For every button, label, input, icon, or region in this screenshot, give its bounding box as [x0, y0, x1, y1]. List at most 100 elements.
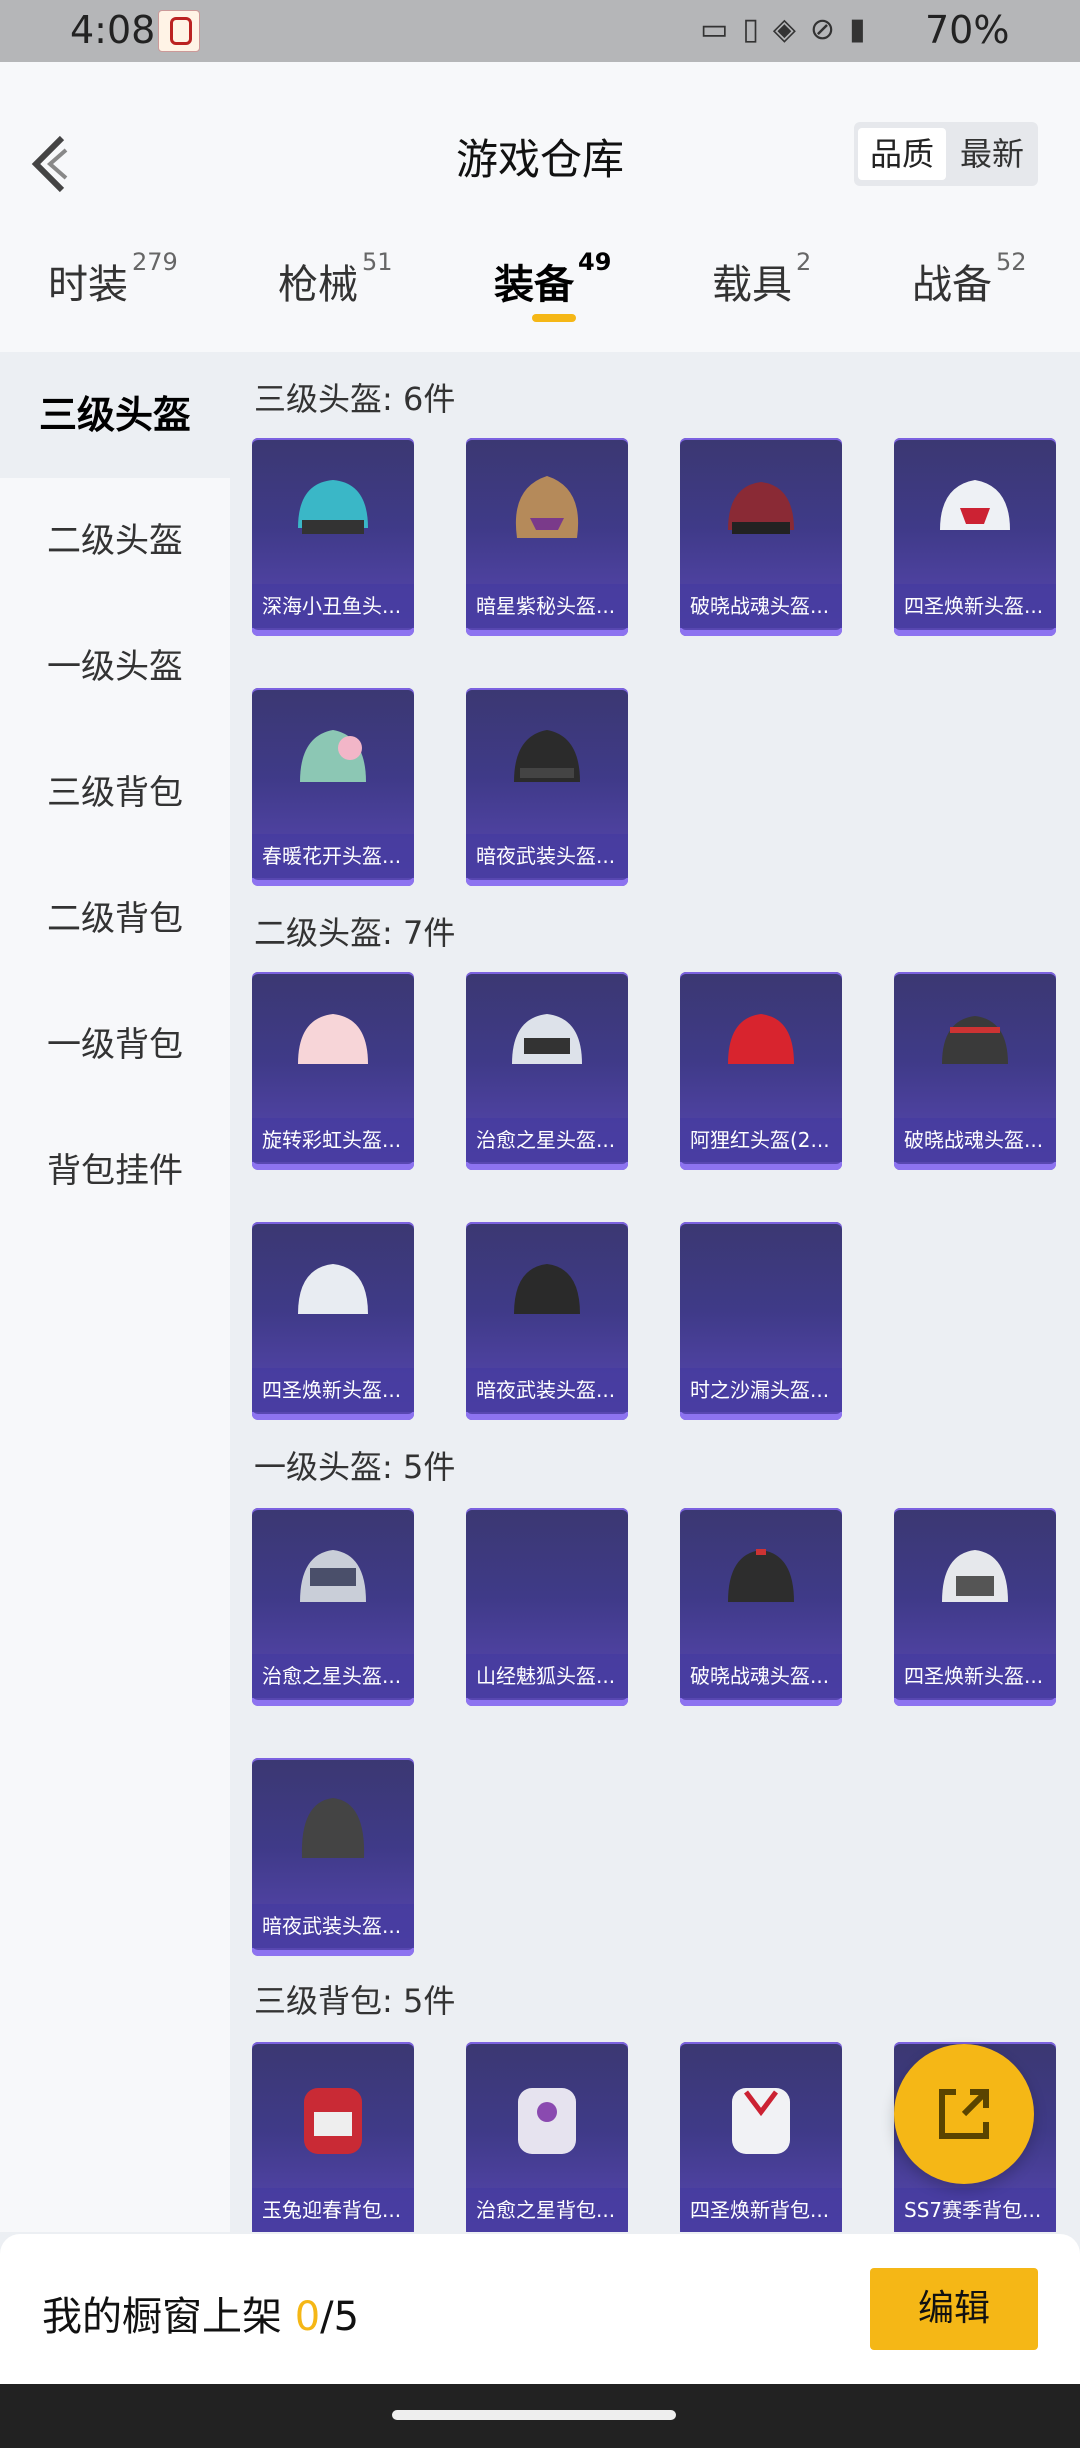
item-card[interactable]: 旋转彩虹头盔... [252, 972, 414, 1170]
helmet-icon [300, 730, 366, 782]
item-card[interactable]: 暗夜武装头盔... [252, 1758, 414, 1956]
category-tabs: 时装 279 枪械 51 装备 49 载具 2 战备 52 [0, 248, 1080, 332]
item-card[interactable]: 破晓战魂头盔... [894, 972, 1056, 1170]
item-card[interactable]: 破晓战魂头盔... [680, 438, 842, 636]
item-card[interactable]: 四圣焕新头盔... [894, 438, 1056, 636]
sort-quality-button[interactable]: 品质 [858, 128, 946, 180]
item-card[interactable]: 治愈之星头盔... [466, 972, 628, 1170]
showcase-status: 我的橱窗上架 0/5 [42, 2284, 359, 2342]
tab-count: 51 [362, 248, 393, 276]
item-label: 四圣焕新头盔... [894, 1654, 1056, 1698]
item-card[interactable]: 山经魅狐头盔... [466, 1508, 628, 1706]
tab-count: 279 [132, 248, 178, 276]
item-card[interactable]: 时之沙漏头盔... [680, 1222, 842, 1420]
header: 游戏仓库 品质 最新 时装 279 枪械 51 装备 49 载具 2 战备 52 [0, 62, 1080, 352]
showcase-footer: 我的橱窗上架 0/5 编辑 [0, 2234, 1080, 2384]
item-card[interactable]: 治愈之星头盔... [252, 1508, 414, 1706]
sidebar-item-backpack-charm[interactable]: 背包挂件 [0, 1108, 230, 1234]
helmet-icon [515, 476, 579, 538]
tab-supplies[interactable]: 战备 52 [912, 248, 1027, 310]
tab-count: 49 [578, 248, 612, 276]
item-label: 治愈之星头盔... [466, 1118, 628, 1162]
tab-label: 枪械 [278, 262, 358, 308]
item-card[interactable]: 阿狸红头盔(2... [680, 972, 842, 1170]
backpack-icon [732, 2088, 790, 2154]
backpack-icon [518, 2088, 576, 2154]
tab-count: 52 [996, 248, 1027, 276]
item-card[interactable]: 深海小丑鱼头... [252, 438, 414, 636]
tab-label: 战备 [912, 262, 992, 308]
status-time: 4:08 [70, 8, 156, 52]
sort-newest-button[interactable]: 最新 [948, 128, 1036, 180]
helmet-icon [301, 1798, 365, 1858]
share-button[interactable] [894, 2044, 1034, 2184]
status-icons: ▭▯◈⊘▮ [700, 12, 880, 47]
helmet-icon [728, 1549, 794, 1602]
item-card[interactable]: 四圣焕新背包... [680, 2042, 842, 2232]
tab-label: 装备 [494, 262, 574, 308]
tab-label: 时装 [48, 262, 128, 308]
showcase-total: /5 [320, 2294, 360, 2340]
item-card[interactable]: 玉兔迎春背包... [252, 2042, 414, 2232]
sidebar-item-level3-helmet[interactable]: 三级头盔 [0, 352, 230, 478]
tab-guns[interactable]: 枪械 51 [278, 248, 393, 310]
item-card[interactable]: 四圣焕新头盔... [252, 1222, 414, 1420]
tab-outfits[interactable]: 时装 279 [48, 248, 178, 310]
item-label: 春暖花开头盔... [252, 834, 414, 878]
item-label: 深海小丑鱼头... [252, 584, 414, 628]
item-label: 四圣焕新背包... [680, 2188, 842, 2232]
helmet-icon [940, 480, 1010, 530]
helmet-icon [300, 1550, 366, 1602]
app-notification-icon [158, 10, 200, 52]
showcase-label: 我的橱窗上架 [42, 2294, 295, 2340]
helmet-icon [942, 1550, 1008, 1602]
sidebar-item-level2-helmet[interactable]: 二级头盔 [0, 478, 230, 604]
helmet-icon [298, 1014, 368, 1064]
tab-label: 载具 [712, 262, 792, 308]
system-nav-bar [0, 2384, 1080, 2448]
tab-vehicles[interactable]: 载具 2 [712, 248, 811, 310]
item-label: SS7赛季背包... [894, 2188, 1056, 2232]
item-card[interactable]: 暗夜武装头盔... [466, 688, 628, 886]
home-gesture-bar[interactable] [392, 2410, 676, 2420]
sidebar-item-level3-backpack[interactable]: 三级背包 [0, 730, 230, 856]
item-label: 治愈之星头盔... [252, 1654, 414, 1698]
tab-count: 2 [796, 248, 812, 276]
item-label: 阿狸红头盔(2... [680, 1118, 842, 1162]
item-label: 破晓战魂头盔... [680, 1654, 842, 1698]
helmet-icon [512, 1014, 582, 1064]
item-card[interactable]: 破晓战魂头盔... [680, 1508, 842, 1706]
item-label: 时之沙漏头盔... [680, 1368, 842, 1412]
helmet-icon [514, 730, 580, 782]
showcase-count: 0 [294, 2294, 321, 2340]
helmet-icon [728, 1014, 794, 1064]
item-label: 旋转彩虹头盔... [252, 1118, 414, 1162]
item-label: 暗夜武装头盔... [252, 1904, 414, 1948]
item-label: 破晓战魂头盔... [680, 584, 842, 628]
item-label: 暗夜武装头盔... [466, 1368, 628, 1412]
tab-equipment[interactable]: 装备 49 [494, 248, 611, 322]
item-grid: 三级头盔: 6件 深海小丑鱼头... 暗星紫秘头盔... 破晓战魂头盔... 四… [230, 352, 1080, 2232]
item-label: 四圣焕新头盔... [894, 584, 1056, 628]
item-card[interactable]: 治愈之星背包... [466, 2042, 628, 2232]
item-label: 四圣焕新头盔... [252, 1368, 414, 1412]
item-card[interactable]: 暗星紫秘头盔... [466, 438, 628, 636]
item-label: 暗夜武装头盔... [466, 834, 628, 878]
item-card[interactable]: 春暖花开头盔... [252, 688, 414, 886]
item-label: 破晓战魂头盔... [894, 1118, 1056, 1162]
helmet-icon [514, 1264, 580, 1314]
helmet-icon [298, 480, 368, 534]
backpack-icon [304, 2088, 362, 2154]
sidebar-item-level1-backpack[interactable]: 一级背包 [0, 982, 230, 1108]
edit-button[interactable]: 编辑 [870, 2268, 1038, 2350]
battery-percent: 70% [925, 8, 1010, 52]
item-label: 治愈之星背包... [466, 2188, 628, 2232]
sort-toggle[interactable]: 品质 最新 [854, 122, 1038, 186]
sidebar-item-level2-backpack[interactable]: 二级背包 [0, 856, 230, 982]
status-bar: 4:08 ▭▯◈⊘▮ 70% [0, 0, 1080, 62]
section-title: 三级头盔: 6件 [254, 380, 456, 418]
share-icon [939, 2089, 989, 2139]
sidebar-item-level1-helmet[interactable]: 一级头盔 [0, 604, 230, 730]
item-card[interactable]: 四圣焕新头盔... [894, 1508, 1056, 1706]
item-card[interactable]: 暗夜武装头盔... [466, 1222, 628, 1420]
